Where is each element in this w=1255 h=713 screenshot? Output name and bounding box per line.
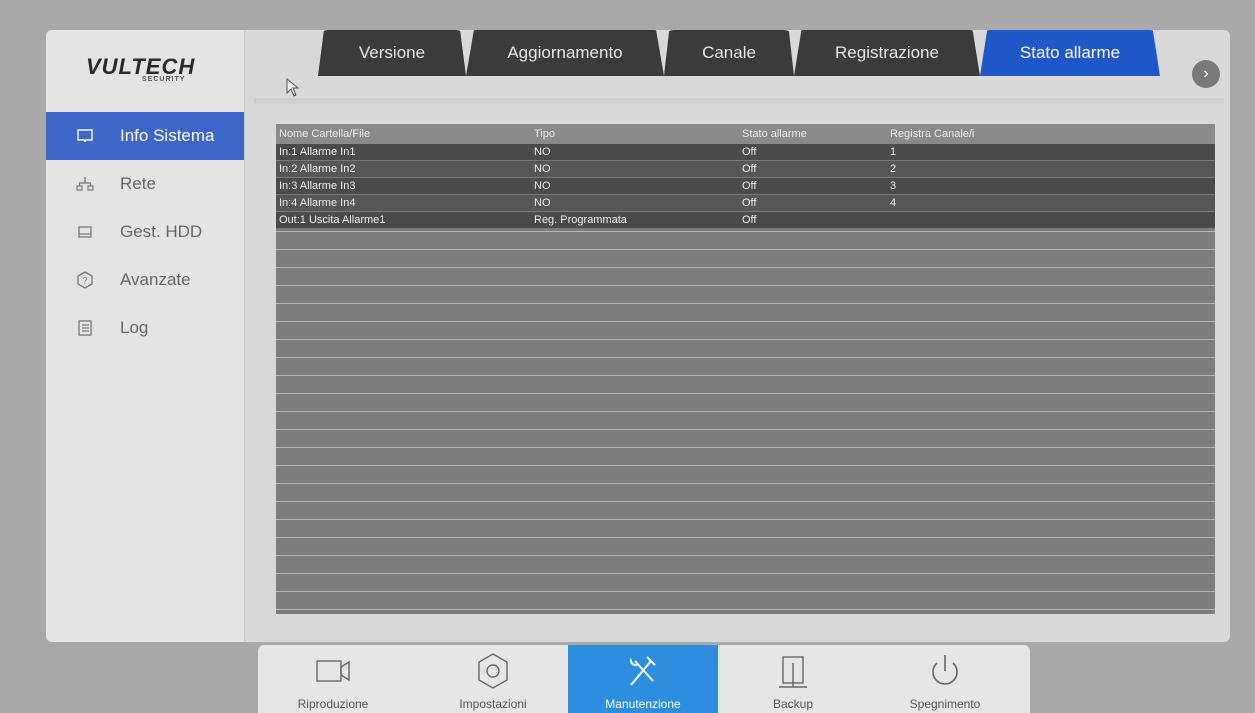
cell-name: In:1 Allarme In1	[279, 146, 356, 158]
cell-name: In:2 Allarme In2	[279, 163, 356, 175]
column-header: Tipo	[534, 128, 555, 140]
sidebar-item-gest-hdd[interactable]: Gest. HDD	[46, 208, 244, 256]
table-header: Nome Cartella/File Tipo Stato allarme Re…	[276, 124, 1215, 144]
svg-text:?: ?	[82, 276, 87, 286]
sidebar-item-label: Info Sistema	[120, 126, 215, 145]
tab-versione[interactable]: Versione	[318, 30, 466, 76]
cell-type: NO	[534, 180, 551, 192]
logo: VULTECH SECURITY	[86, 54, 206, 94]
sidebar: VULTECH SECURITY Info Sistema Rete Gest.…	[46, 30, 245, 642]
monitor-icon	[76, 127, 94, 145]
tab-bar-underline	[254, 98, 1224, 104]
table-row[interactable]: Out:1 Uscita Allarme1 Reg. Programmata O…	[276, 212, 1215, 229]
tab-label: Versione	[358, 43, 426, 62]
cell-name: In:4 Allarme In4	[279, 197, 356, 209]
cell-channel: 4	[890, 197, 897, 209]
cell-channel: 3	[890, 180, 897, 192]
backup-icon	[779, 656, 807, 688]
tab-label: Registrazione	[835, 43, 939, 62]
camera-icon	[316, 660, 350, 682]
cell-name: In:3 Allarme In3	[279, 180, 356, 192]
dock-item-impostazioni[interactable]: Impostazioni	[418, 645, 568, 713]
table-row[interactable]: In:1 Allarme In1 NO Off 1	[276, 144, 1215, 161]
tab-aggiornamento[interactable]: Aggiornamento	[466, 30, 664, 76]
sidebar-item-log[interactable]: Log	[46, 304, 244, 352]
cell-channel: 2	[890, 163, 897, 175]
gear-icon	[478, 653, 508, 689]
column-header: Nome Cartella/File	[279, 128, 371, 140]
cell-status: Off	[742, 163, 757, 175]
mouse-cursor-icon	[286, 78, 300, 97]
cell-type: NO	[534, 163, 551, 175]
settings-advanced-icon: ?	[76, 271, 94, 289]
tab-stato-allarme[interactable]: Stato allarme	[980, 30, 1160, 76]
alarm-status-table: Nome Cartella/File Tipo Stato allarme Re…	[276, 124, 1215, 614]
cell-name: Out:1 Uscita Allarme1	[279, 214, 386, 226]
network-icon	[76, 175, 94, 193]
sidebar-item-rete[interactable]: Rete	[46, 160, 244, 208]
dock-item-label: Backup	[772, 697, 814, 711]
dock-item-backup[interactable]: Backup	[718, 645, 868, 713]
cell-status: Off	[742, 214, 757, 226]
column-header: Registra Canale/i	[890, 128, 975, 140]
bottom-dock: Riproduzione Impostazioni Manutenzione B…	[258, 645, 1030, 713]
power-icon	[932, 655, 958, 685]
column-header: Stato allarme	[742, 128, 807, 140]
table-row[interactable]: In:3 Allarme In3 NO Off 3	[276, 178, 1215, 195]
chevron-right-icon: ›	[1203, 65, 1209, 82]
tab-canale[interactable]: Canale	[664, 30, 794, 76]
dock-item-label: Impostazioni	[459, 697, 527, 711]
dock-item-label: Riproduzione	[297, 697, 369, 711]
cell-channel: 1	[890, 146, 897, 158]
log-icon	[76, 319, 94, 337]
logo-subtext: SECURITY	[142, 76, 186, 83]
hdd-icon	[76, 223, 94, 241]
table-row[interactable]: In:4 Allarme In4 NO Off 4	[276, 195, 1215, 212]
cell-status: Off	[742, 197, 757, 209]
dock-item-spegnimento[interactable]: Spegnimento	[870, 645, 1020, 713]
tools-icon	[629, 656, 656, 686]
dock-item-riproduzione[interactable]: Riproduzione	[258, 645, 408, 713]
tab-label: Aggiornamento	[507, 43, 623, 62]
sidebar-item-label: Log	[120, 318, 149, 337]
tab-next-button[interactable]: ›	[1192, 60, 1220, 88]
tab-registrazione[interactable]: Registrazione	[794, 30, 980, 76]
sidebar-item-avanzate[interactable]: ? Avanzate	[46, 256, 244, 304]
cell-type: NO	[534, 197, 551, 209]
tab-label: Stato allarme	[1019, 43, 1121, 62]
sidebar-item-label: Rete	[120, 174, 156, 193]
dock-item-manutenzione[interactable]: Manutenzione	[568, 645, 718, 713]
table-row[interactable]: In:2 Allarme In2 NO Off 2	[276, 161, 1215, 178]
sidebar-nav: Info Sistema Rete Gest. HDD ? Avanzate L…	[46, 112, 244, 352]
dvr-window: VULTECH SECURITY Info Sistema Rete Gest.…	[46, 30, 1230, 642]
cell-status: Off	[742, 180, 757, 192]
tab-label: Canale	[702, 43, 756, 62]
sidebar-item-label: Avanzate	[120, 270, 191, 289]
cell-type: Reg. Programmata	[534, 214, 627, 226]
sidebar-item-label: Gest. HDD	[120, 222, 203, 241]
sidebar-item-info-sistema[interactable]: Info Sistema	[46, 112, 244, 160]
dock-item-label: Spegnimento	[909, 697, 981, 711]
cell-status: Off	[742, 146, 757, 158]
dock-item-label: Manutenzione	[605, 697, 681, 711]
cell-type: NO	[534, 146, 551, 158]
